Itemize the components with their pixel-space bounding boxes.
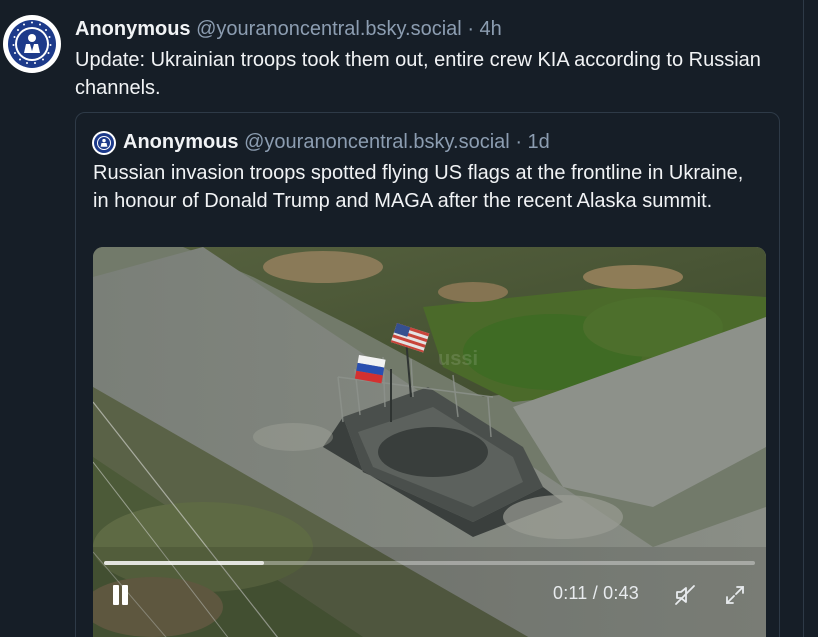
video-frame-image: ussi: [93, 247, 766, 637]
column-divider: [803, 0, 804, 637]
post-thread: Anonymous @youranoncentral.bsky.social ·…: [0, 0, 818, 637]
pause-icon: [113, 585, 119, 605]
author-handle[interactable]: @youranoncentral.bsky.social: [196, 18, 462, 40]
author-avatar[interactable]: [3, 15, 61, 73]
quoted-post-timestamp[interactable]: 1d: [528, 131, 550, 153]
fullscreen-button[interactable]: [723, 583, 747, 607]
quoted-post-header: Anonymous @youranoncentral.bsky.social ·…: [123, 130, 550, 154]
pause-button[interactable]: [109, 583, 133, 607]
separator-dot: ·: [467, 18, 474, 40]
pause-icon: [122, 585, 128, 605]
quoted-post-card[interactable]: Anonymous @youranoncentral.bsky.social ·…: [75, 112, 780, 637]
video-timecode: 0:11 / 0:43: [553, 583, 639, 604]
fullscreen-expand-icon: [726, 586, 744, 604]
separator-dot: ·: [515, 131, 522, 153]
time-separator: /: [592, 583, 598, 603]
post-header: Anonymous @youranoncentral.bsky.social ·…: [75, 17, 502, 41]
anonymous-emblem-icon: [5, 17, 59, 71]
quoted-author-handle[interactable]: @youranoncentral.bsky.social: [244, 131, 510, 153]
quoted-author-name[interactable]: Anonymous: [123, 131, 239, 153]
quoted-author-avatar[interactable]: [92, 131, 116, 155]
svg-text:ussi: ussi: [438, 348, 478, 370]
quoted-post-text: Russian invasion troops spotted flying U…: [93, 162, 744, 212]
mute-toggle-button[interactable]: [673, 583, 697, 607]
duration: 0:43: [603, 583, 639, 603]
speaker-muted-icon: [675, 585, 695, 605]
video-progress-fill: [104, 561, 265, 565]
video-player[interactable]: ussi 0:11 / 0:43: [93, 247, 766, 637]
post-text: Update: Ukrainian troops took them out, …: [75, 49, 761, 99]
post-timestamp[interactable]: 4h: [480, 18, 502, 40]
anonymous-emblem-icon: [92, 131, 116, 155]
video-progress-bar[interactable]: [104, 561, 755, 565]
author-name[interactable]: Anonymous: [75, 18, 191, 40]
current-time: 0:11: [553, 583, 588, 603]
